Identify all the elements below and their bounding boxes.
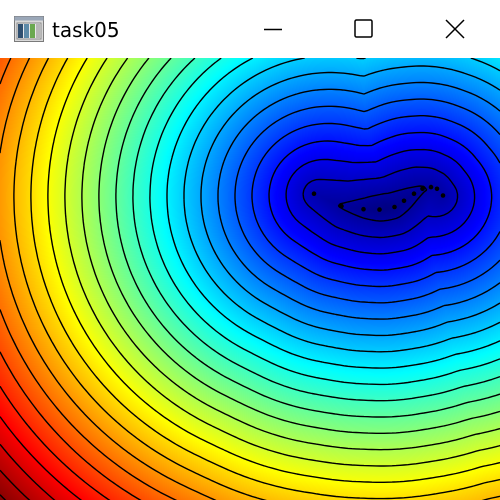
data-marker-6 [411, 191, 417, 196]
title-bar[interactable]: task05 [0, 0, 500, 58]
window-title: task05 [52, 18, 120, 42]
data-marker-3 [377, 207, 382, 212]
data-marker-10 [440, 193, 446, 198]
app-window: task05 [0, 0, 500, 500]
data-marker-9 [434, 186, 440, 192]
maximize-icon [354, 19, 373, 38]
data-marker-2 [361, 206, 366, 212]
minimize-icon [264, 28, 282, 31]
data-marker-8 [428, 184, 434, 190]
contour-canvas[interactable] [0, 58, 500, 500]
data-marker-1 [339, 203, 344, 209]
data-marker-7 [420, 186, 425, 192]
data-marker-5 [401, 198, 407, 204]
minimize-button[interactable] [228, 0, 318, 58]
close-icon [445, 19, 465, 39]
close-button[interactable] [410, 0, 500, 58]
data-marker-4 [392, 204, 397, 210]
app-window-icon [14, 16, 44, 42]
data-marker-0 [311, 191, 317, 196]
maximize-button[interactable] [318, 0, 408, 58]
contour-plot [0, 58, 500, 500]
